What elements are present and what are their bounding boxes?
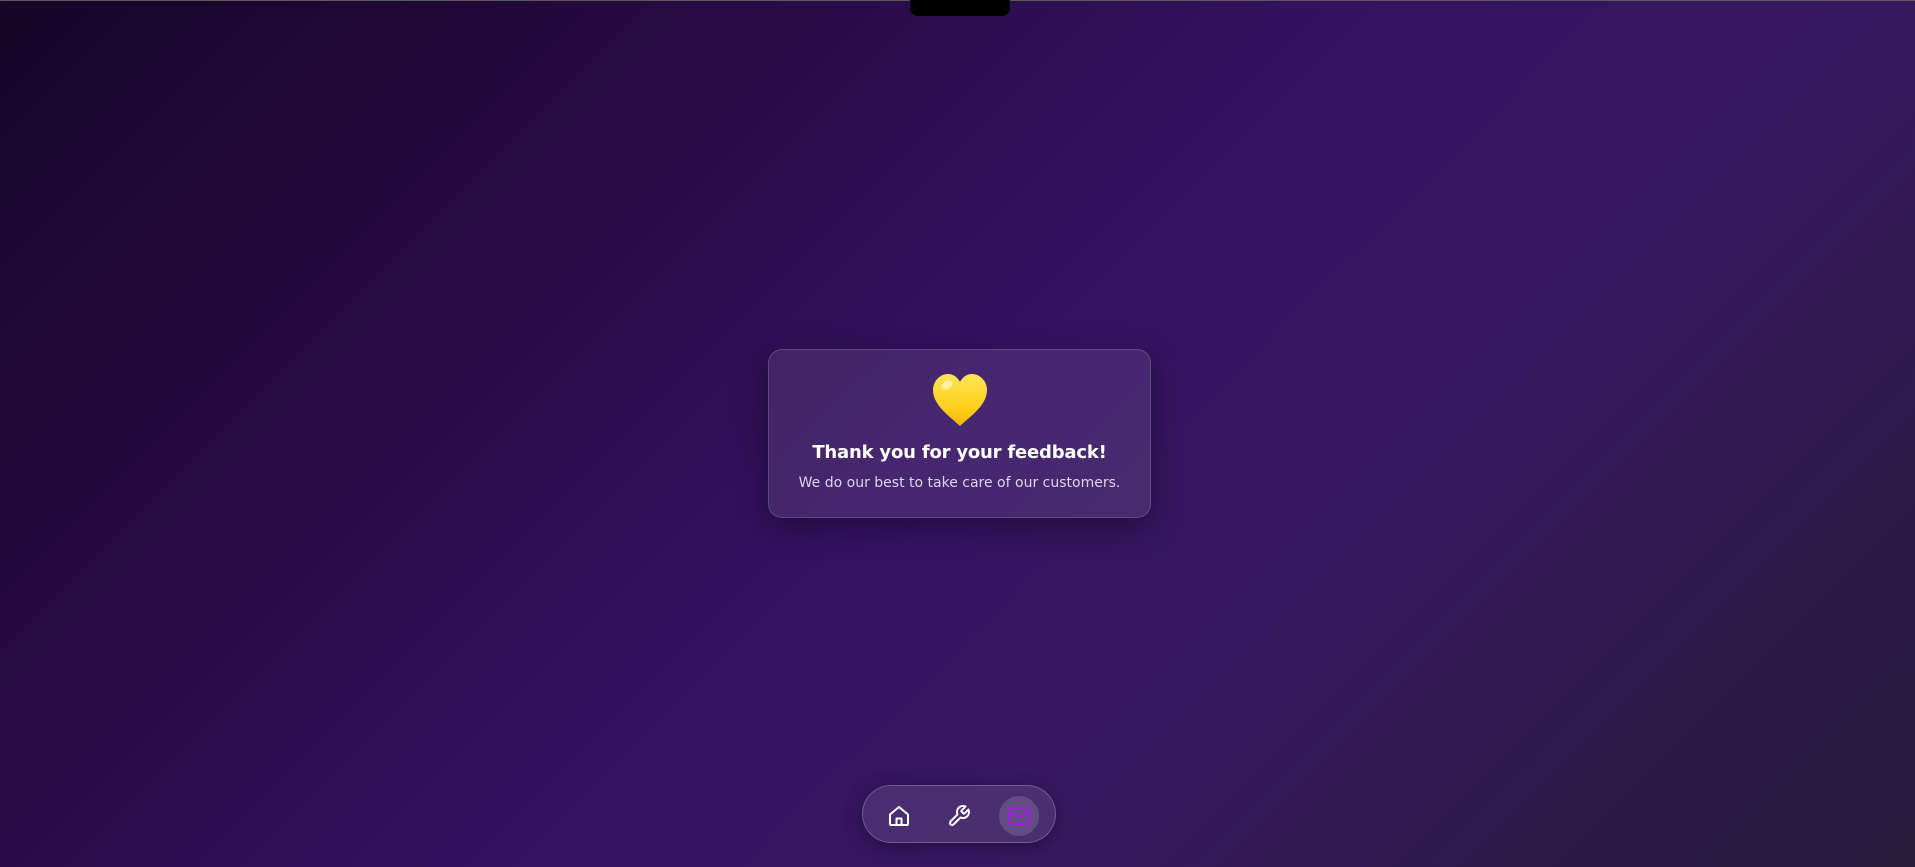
- mail-icon: [1008, 807, 1030, 825]
- bottom-nav-dock: [862, 785, 1056, 843]
- feedback-confirmation-card: Thank you for your feedback! We do our b…: [768, 349, 1151, 518]
- yellow-heart-icon: [932, 374, 987, 426]
- feedback-message: We do our best to take care of our custo…: [798, 475, 1121, 491]
- nav-mail-button[interactable]: [999, 796, 1039, 836]
- home-icon: [889, 806, 909, 826]
- feedback-title: Thank you for your feedback!: [812, 442, 1107, 463]
- nav-home-button[interactable]: [879, 796, 919, 836]
- nav-tools-button[interactable]: [939, 796, 979, 836]
- camera-notch: [910, 0, 1010, 16]
- wrench-icon: [949, 805, 970, 826]
